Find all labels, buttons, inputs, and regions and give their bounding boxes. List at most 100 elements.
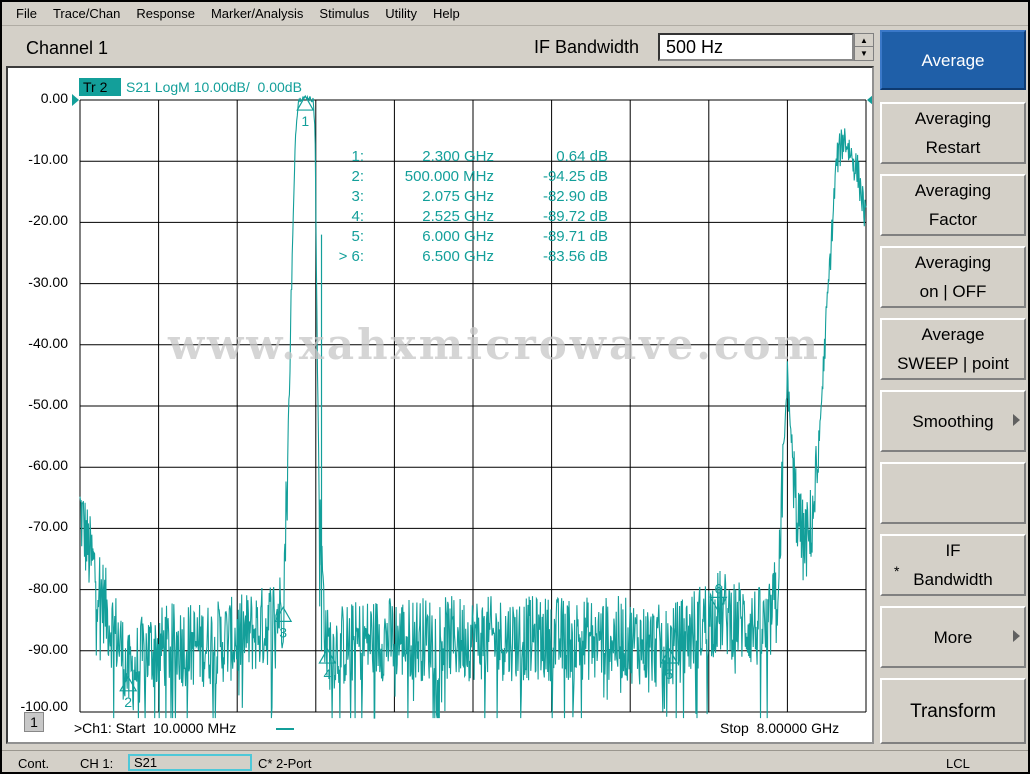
if-bandwidth-spinner[interactable]: ▲ ▼ — [854, 33, 874, 61]
y-tick-label: -30.00 — [28, 273, 68, 290]
marker-row[interactable]: 2: 500.000 MHz -94.25 dB — [328, 168, 608, 188]
y-tick-label: -40.00 — [28, 334, 68, 351]
softkey-averaging-restart-button[interactable]: Averaging Restart — [880, 102, 1026, 164]
marker-3-label: 3 — [279, 624, 287, 640]
softkey-panel: Average Averaging Restart Averaging Factor Av… — [880, 30, 1026, 744]
menu-stimulus[interactable]: Stimulus — [311, 3, 377, 25]
if-bandwidth-input[interactable]: 500 Hz — [658, 33, 854, 61]
marker-6-label: 6 — [715, 580, 723, 596]
softkey-average-button[interactable]: Average — [880, 30, 1026, 90]
softkey-blank-button[interactable] — [880, 462, 1026, 524]
marker-value: -89.71 dB — [542, 228, 608, 245]
marker-id: 4: — [351, 208, 364, 225]
y-tick-label: -50.00 — [28, 396, 68, 412]
softkey-averaging-on-off-button[interactable]: Averaging on | OFF — [880, 246, 1026, 308]
softkey-label: Transform — [910, 700, 996, 722]
reference-status: LCL — [946, 756, 970, 771]
marker-row[interactable]: > 6: 6.500 GHz -83.56 dB — [328, 248, 608, 268]
marker-value: -82.90 dB — [542, 188, 608, 205]
menu-trace-chan[interactable]: Trace/Chan — [45, 3, 128, 25]
arrow-down-icon: ▼ — [860, 49, 868, 58]
softkey-label: Bandwidth — [913, 570, 993, 589]
sweep-mode-status: Cont. — [18, 756, 50, 771]
marker-id: 3: — [351, 188, 364, 205]
marker-id: 2: — [351, 168, 364, 185]
marker-readout-table: 1: 2.300 GHz 0.64 dB 2: 500.000 MHz -94.25 dB… — [328, 148, 608, 268]
marker-frequency: 2.300 GHz — [422, 148, 494, 165]
softkey-label: Averaging — [914, 109, 992, 128]
softkey-averaging-factor-button[interactable]: Averaging Factor — [880, 174, 1026, 236]
status-bar: Cont. CH 1: S21 C* 2-Port LCL — [2, 750, 1028, 772]
marker-frequency: 2.525 GHz — [422, 208, 494, 225]
menu-marker-analysis[interactable]: Marker/Analysis — [203, 3, 311, 25]
marker-id: 5: — [351, 228, 364, 245]
submenu-arrow-icon — [1013, 414, 1020, 426]
trace-tag[interactable]: Tr 2 — [79, 78, 121, 96]
softkey-label: Factor — [928, 210, 978, 229]
menu-utility[interactable]: Utility — [377, 3, 425, 25]
channel-title: Channel 1 — [26, 38, 109, 58]
plot-panel[interactable]: 1 2 3 4 5 6 www.xahxmicrowave.com Tr 2 S21 Lo… — [6, 66, 874, 744]
watermark: www.xahxmicrowave.com — [168, 320, 821, 369]
softkey-label: SWEEP | point — [897, 354, 1009, 373]
marker-value: -89.72 dB — [542, 208, 608, 225]
analyzer-window: File Trace/Chan Response Marker/Analysis… — [2, 2, 1028, 772]
menu-help[interactable]: Help — [425, 3, 468, 25]
marker-frequency: 500.000 MHz — [404, 168, 494, 185]
menu-bar: File Trace/Chan Response Marker/Analysis… — [2, 2, 1028, 26]
stop-frequency-label[interactable]: Stop 8.00000 GHz — [720, 720, 839, 736]
arrow-up-icon: ▲ — [860, 35, 868, 45]
y-tick-label: -80.00 — [28, 579, 68, 596]
marker-frequency: 2.075 GHz — [422, 188, 494, 205]
marker-id: > 6: — [338, 248, 364, 265]
trace-legend-line — [276, 728, 294, 730]
y-tick-label: 0.00 — [40, 90, 68, 106]
menu-file[interactable]: File — [2, 3, 45, 25]
channel-number-badge[interactable]: 1 — [24, 712, 44, 732]
channel-status: CH 1: — [80, 756, 114, 771]
softkey-more-button[interactable]: More — [880, 606, 1026, 668]
marker-row[interactable]: 5: 6.000 GHz -89.71 dB — [328, 228, 608, 248]
marker-row[interactable]: 1: 2.300 GHz 0.64 dB — [328, 148, 608, 168]
y-tick-label: -20.00 — [28, 212, 68, 229]
softkey-average-sweep-point-button[interactable]: Average SWEEP | point — [880, 318, 1026, 380]
marker-row[interactable]: 4: 2.525 GHz -89.72 dB — [328, 208, 608, 228]
softkey-label: Average — [921, 325, 985, 344]
softkey-label: More — [933, 627, 973, 647]
softkey-star-indicator: * — [894, 563, 900, 579]
softkey-label: Smoothing — [912, 411, 994, 431]
softkey-label: on | OFF — [919, 282, 987, 301]
y-tick-label: -10.00 — [28, 151, 68, 168]
marker-5-label: 5 — [665, 666, 673, 682]
trace-description[interactable]: S21 LogM 10.00dB/ 0.00dB — [126, 78, 302, 96]
softkey-if-bandwidth-button[interactable]: IF Bandwidth * — [880, 534, 1026, 596]
marker-1-label: 1 — [301, 113, 309, 129]
start-frequency-label[interactable]: >Ch1: Start 10.0000 MHz — [74, 720, 236, 736]
y-tick-label: -70.00 — [28, 518, 68, 535]
marker-row[interactable]: 3: 2.075 GHz -82.90 dB — [328, 188, 608, 208]
softkey-label: Averaging — [914, 181, 992, 200]
measurement-status[interactable]: S21 — [128, 754, 252, 771]
softkey-smoothing-button[interactable]: Smoothing — [880, 390, 1026, 452]
softkey-label: Averaging — [914, 253, 992, 272]
softkey-label: Average — [921, 50, 985, 70]
if-bandwidth-label: IF Bandwidth — [534, 37, 640, 57]
softkey-label: IF — [945, 541, 961, 560]
y-tick-label: -90.00 — [28, 640, 68, 657]
calibration-status: C* 2-Port — [258, 756, 312, 771]
marker-frequency: 6.000 GHz — [422, 228, 494, 245]
softkey-transform-button[interactable]: Transform — [880, 678, 1026, 744]
marker-2-label: 2 — [124, 694, 132, 710]
menu-response[interactable]: Response — [128, 3, 203, 25]
marker-value: -83.56 dB — [542, 248, 608, 265]
spin-up-button[interactable]: ▲ — [855, 34, 873, 47]
marker-value: -94.25 dB — [542, 168, 608, 185]
submenu-arrow-icon — [1013, 630, 1020, 642]
marker-value: 0.64 dB — [556, 148, 608, 165]
channel-header: Channel 1 IF Bandwidth 500 Hz ▲ ▼ — [6, 30, 874, 66]
reference-level-arrow-left — [72, 94, 79, 106]
marker-frequency: 6.500 GHz — [422, 248, 494, 265]
marker-4-label: 4 — [324, 666, 332, 682]
marker-id: 1: — [351, 148, 364, 165]
spin-down-button[interactable]: ▼ — [855, 47, 873, 60]
